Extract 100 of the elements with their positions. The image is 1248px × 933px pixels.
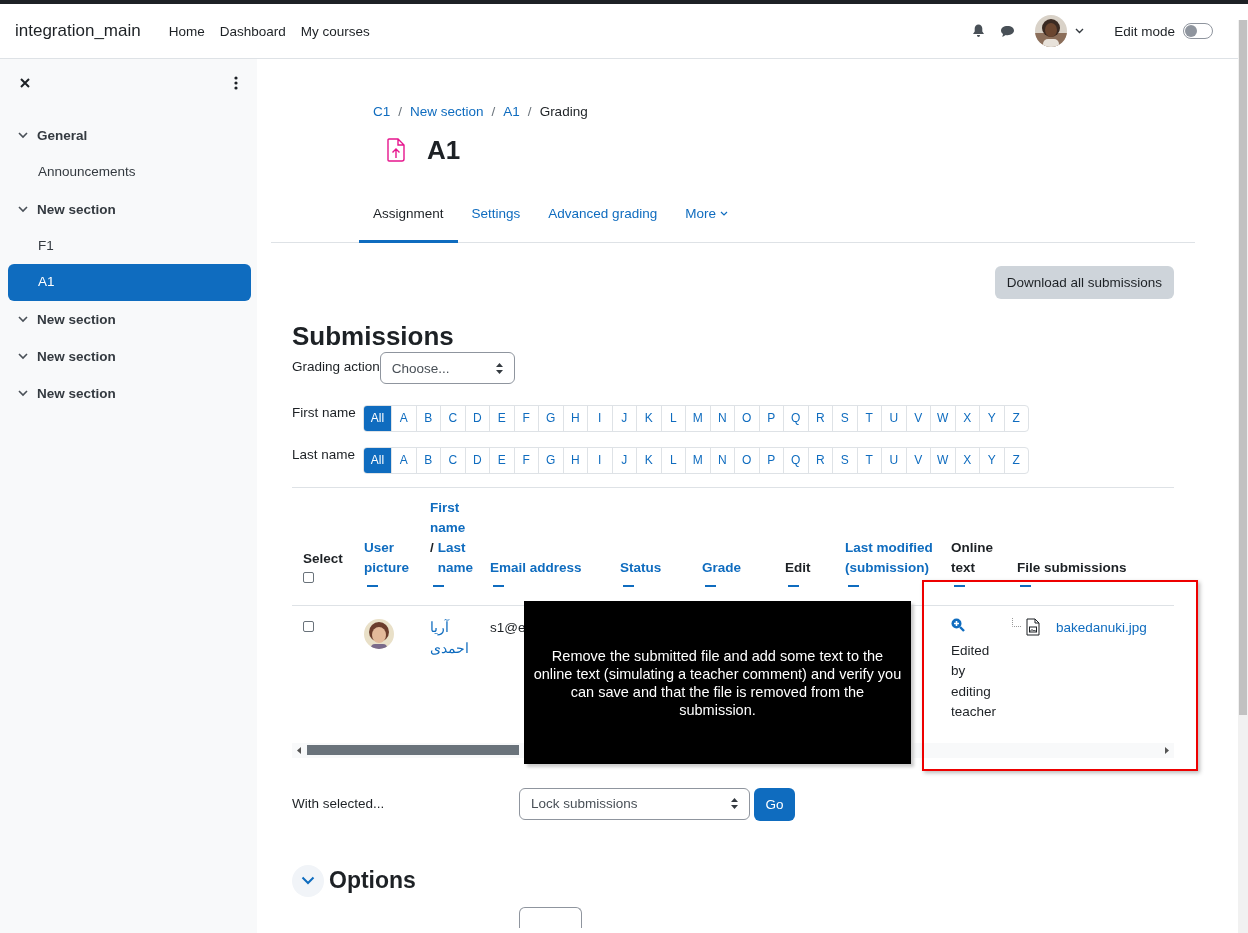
- initial-filter[interactable]: B: [415, 406, 440, 431]
- initial-filter[interactable]: T: [856, 406, 881, 431]
- section-item[interactable]: New section: [8, 300, 251, 338]
- initial-filter[interactable]: U: [881, 448, 906, 473]
- initial-filter[interactable]: Y: [979, 448, 1004, 473]
- initial-filter[interactable]: L: [660, 406, 685, 431]
- initial-filter[interactable]: R: [807, 448, 832, 473]
- initial-filter[interactable]: U: [881, 406, 906, 431]
- activity-item[interactable]: Announcements: [8, 154, 251, 191]
- nav-link[interactable]: Dashboard: [219, 23, 286, 39]
- section-item[interactable]: New section: [8, 374, 251, 412]
- activity-item[interactable]: F1: [8, 227, 251, 264]
- initial-filter[interactable]: T: [856, 448, 881, 473]
- initial-filter[interactable]: G: [538, 406, 563, 431]
- initial-filter[interactable]: K: [636, 448, 661, 473]
- initial-filter[interactable]: E: [489, 406, 514, 431]
- initial-filter[interactable]: All: [364, 448, 391, 473]
- edit-mode-toggle[interactable]: [1183, 23, 1213, 39]
- initial-filter[interactable]: Z: [1003, 448, 1028, 473]
- initial-filter[interactable]: S: [832, 448, 857, 473]
- initial-filter[interactable]: Q: [783, 406, 808, 431]
- initial-filter[interactable]: P: [758, 448, 783, 473]
- initial-filter[interactable]: N: [709, 448, 734, 473]
- initial-filter[interactable]: H: [562, 406, 587, 431]
- initial-filter[interactable]: N: [709, 406, 734, 431]
- initial-filter[interactable]: P: [758, 406, 783, 431]
- bulk-action-select[interactable]: Lock submissions: [519, 787, 750, 820]
- initial-filter[interactable]: W: [930, 406, 955, 431]
- initial-filter[interactable]: J: [611, 406, 636, 431]
- column-header[interactable]: User picture: [364, 538, 419, 578]
- initial-filter[interactable]: E: [489, 448, 514, 473]
- initial-filter[interactable]: K: [636, 406, 661, 431]
- section-item[interactable]: General: [8, 117, 251, 154]
- chevron-icon[interactable]: [18, 352, 28, 360]
- breadcrumb-item[interactable]: A1: [503, 103, 520, 119]
- initial-filter[interactable]: M: [685, 406, 710, 431]
- section-item[interactable]: New section: [8, 337, 251, 375]
- initial-filter[interactable]: Z: [1003, 406, 1028, 431]
- tab[interactable]: Advanced grading: [534, 187, 672, 243]
- select-field[interactable]: [519, 906, 582, 928]
- initial-filter[interactable]: C: [440, 406, 465, 431]
- initial-filter[interactable]: I: [587, 448, 612, 473]
- chat-icon[interactable]: [1000, 24, 1016, 38]
- bell-icon[interactable]: [972, 24, 986, 38]
- tab[interactable]: More: [671, 187, 742, 243]
- scroll-right-icon[interactable]: [1164, 746, 1169, 754]
- initial-filter[interactable]: A: [391, 448, 416, 473]
- activity-item[interactable]: A1: [8, 264, 251, 301]
- column-header[interactable]: Last modified (submission): [845, 538, 940, 578]
- download-button[interactable]: Download all submissions: [994, 266, 1174, 299]
- nav-link[interactable]: Home: [168, 23, 205, 39]
- close-icon[interactable]: [20, 78, 30, 88]
- student-name[interactable]: آریا: [430, 618, 449, 639]
- initial-filter[interactable]: V: [905, 448, 930, 473]
- chevron-icon[interactable]: [18, 132, 28, 139]
- collapse-button[interactable]: [292, 864, 324, 897]
- initial-filter[interactable]: F: [513, 406, 538, 431]
- tab[interactable]: Settings: [457, 187, 535, 243]
- vertical-scrollbar[interactable]: [1238, 20, 1248, 933]
- section-item[interactable]: New section: [8, 190, 251, 228]
- zoom-in-icon[interactable]: [951, 618, 965, 632]
- initial-filter[interactable]: D: [464, 448, 489, 473]
- initial-filter[interactable]: I: [587, 406, 612, 431]
- initial-filter[interactable]: S: [832, 406, 857, 431]
- column-header[interactable]: First name: [430, 498, 479, 538]
- initial-filter[interactable]: G: [538, 448, 563, 473]
- initial-filter[interactable]: V: [905, 406, 930, 431]
- column-header[interactable]: Email address: [490, 558, 609, 578]
- initial-filter[interactable]: C: [440, 448, 465, 473]
- student-name[interactable]: احمدی: [430, 638, 469, 659]
- caret-icon[interactable]: [1075, 28, 1085, 34]
- initial-filter[interactable]: O: [734, 406, 759, 431]
- initial-filter[interactable]: R: [807, 406, 832, 431]
- breadcrumb-item[interactable]: New section: [410, 103, 484, 119]
- initial-filter[interactable]: L: [660, 448, 685, 473]
- initial-filter[interactable]: O: [734, 448, 759, 473]
- initial-filter[interactable]: M: [685, 448, 710, 473]
- initial-filter[interactable]: W: [930, 448, 955, 473]
- scroll-left-icon[interactable]: [297, 746, 302, 754]
- row-checkbox[interactable]: [303, 621, 314, 632]
- tab[interactable]: Assignment: [359, 187, 458, 243]
- site-name[interactable]: integration_main: [15, 21, 141, 41]
- initial-filter[interactable]: All: [364, 406, 391, 431]
- breadcrumb-item[interactable]: C1: [373, 103, 391, 119]
- initial-filter[interactable]: H: [562, 448, 587, 473]
- initial-filter[interactable]: D: [464, 406, 489, 431]
- initial-filter[interactable]: B: [415, 448, 440, 473]
- chevron-icon[interactable]: [18, 315, 28, 323]
- nav-link[interactable]: My courses: [300, 23, 370, 39]
- initial-filter[interactable]: F: [513, 448, 538, 473]
- column-header[interactable]: Status: [620, 558, 691, 578]
- go-button[interactable]: Go: [754, 787, 795, 821]
- file-link[interactable]: bakedanuki.jpg: [1056, 618, 1147, 639]
- initial-filter[interactable]: J: [611, 448, 636, 473]
- initial-filter[interactable]: X: [954, 448, 979, 473]
- grading-action-select[interactable]: Choose...: [379, 352, 515, 384]
- chevron-icon[interactable]: [18, 389, 28, 397]
- select-all-checkbox[interactable]: [303, 572, 314, 583]
- column-header[interactable]: Grade: [702, 558, 774, 578]
- initial-filter[interactable]: Q: [783, 448, 808, 473]
